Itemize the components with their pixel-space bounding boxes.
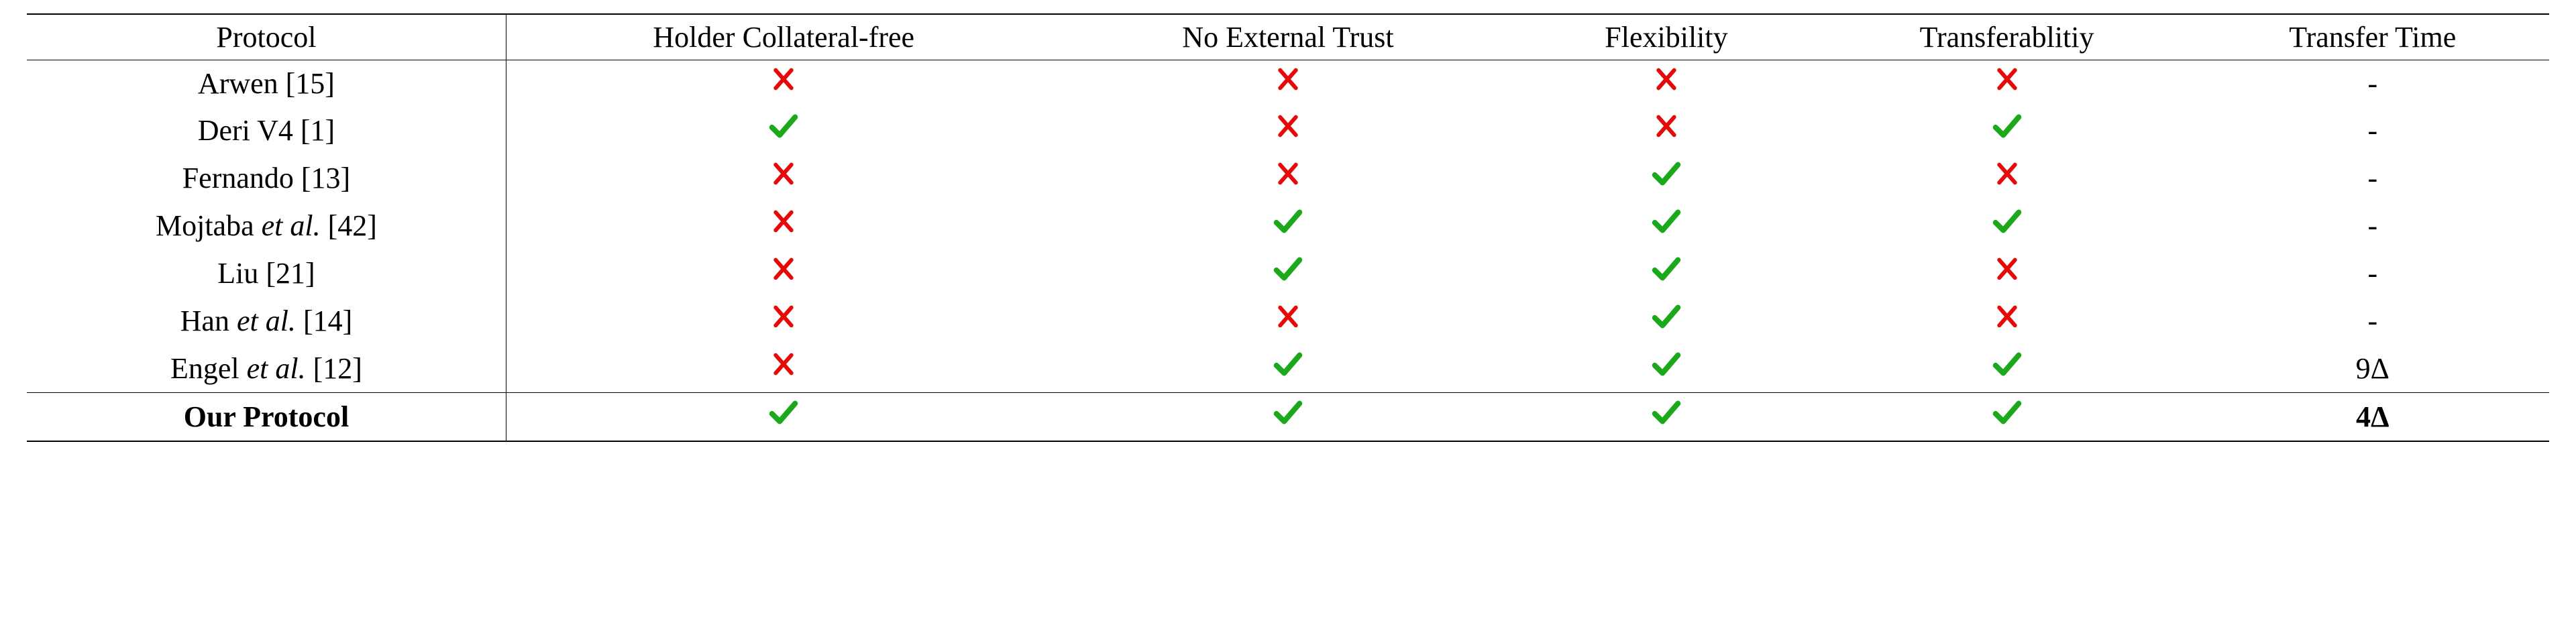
col-header-holder-collateral-free: Holder Collateral-free (506, 14, 1061, 60)
col-header-transferability: Transferablitiy (1818, 14, 2196, 60)
cell-trans (1818, 345, 2196, 393)
cell-hcf (506, 345, 1061, 393)
table-row: Engel et al. [12] 9Δ (27, 345, 2549, 393)
cross-icon (770, 254, 797, 284)
cell-flex (1515, 107, 1817, 154)
cell-flex (1515, 154, 1817, 202)
check-icon (1651, 397, 1682, 428)
check-icon (768, 111, 799, 141)
col-header-no-external-trust: No External Trust (1061, 14, 1515, 60)
cell-trans (1818, 154, 2196, 202)
protocol-comparison-table: Protocol Holder Collateral-free No Exter… (27, 13, 2549, 442)
check-icon (1651, 253, 1682, 284)
cell-flex (1515, 60, 1817, 107)
cell-transfer-time: - (2196, 249, 2549, 297)
cross-icon (1275, 111, 1301, 141)
table-row: Deri V4 [1] - (27, 107, 2549, 154)
check-icon (1651, 158, 1682, 189)
cross-icon (1994, 302, 2021, 331)
cell-net (1061, 345, 1515, 393)
cell-hcf (506, 202, 1061, 249)
cross-icon (770, 302, 797, 331)
check-icon (1651, 206, 1682, 237)
cell-flex (1515, 202, 1817, 249)
cell-hcf (506, 249, 1061, 297)
cell-net (1061, 107, 1515, 154)
table-row: Liu [21] - (27, 249, 2549, 297)
check-icon (1992, 349, 2023, 380)
cell-transfer-time: - (2196, 202, 2549, 249)
cell-hcf (506, 393, 1061, 442)
protocol-name: Deri V4 [1] (27, 107, 506, 154)
cell-trans (1818, 60, 2196, 107)
table-row: Mojtaba et al. [42] - (27, 202, 2549, 249)
cell-flex (1515, 297, 1817, 345)
cross-icon (770, 207, 797, 236)
cross-icon (1994, 64, 2021, 94)
table-row-our-protocol: Our Protocol 4Δ (27, 393, 2549, 442)
cross-icon (770, 64, 797, 94)
cell-flex (1515, 249, 1817, 297)
cell-transfer-time: - (2196, 297, 2549, 345)
cell-transfer-time: - (2196, 154, 2549, 202)
protocol-name: Mojtaba et al. [42] (27, 202, 506, 249)
cell-net (1061, 249, 1515, 297)
cell-transfer-time: 9Δ (2196, 345, 2549, 393)
protocol-name: Liu [21] (27, 249, 506, 297)
cell-net (1061, 60, 1515, 107)
table-row: Fernando [13] - (27, 154, 2549, 202)
cell-hcf (506, 107, 1061, 154)
cross-icon (1994, 159, 2021, 188)
table-row: Han et al. [14] - (27, 297, 2549, 345)
cell-transfer-time: - (2196, 60, 2549, 107)
check-icon (1273, 397, 1303, 428)
check-icon (1273, 206, 1303, 237)
cell-trans (1818, 393, 2196, 442)
check-icon (1992, 206, 2023, 237)
check-icon (1992, 111, 2023, 141)
cross-icon (1275, 302, 1301, 331)
cell-trans (1818, 107, 2196, 154)
cross-icon (770, 349, 797, 379)
cell-flex (1515, 393, 1817, 442)
cross-icon (1653, 64, 1680, 94)
cell-transfer-time: 4Δ (2196, 393, 2549, 442)
check-icon (1992, 397, 2023, 428)
protocol-name: Fernando [13] (27, 154, 506, 202)
table-body: Arwen [15]-Deri V4 [1]-Fernando [13]-Moj… (27, 60, 2549, 442)
cross-icon (1275, 64, 1301, 94)
cell-trans (1818, 249, 2196, 297)
check-icon (1651, 349, 1682, 380)
cell-net (1061, 297, 1515, 345)
protocol-name: Arwen [15] (27, 60, 506, 107)
check-icon (768, 397, 799, 428)
check-icon (1651, 301, 1682, 332)
table-row: Arwen [15] - (27, 60, 2549, 107)
cell-transfer-time: - (2196, 107, 2549, 154)
protocol-name: Our Protocol (27, 393, 506, 442)
check-icon (1273, 253, 1303, 284)
cell-flex (1515, 345, 1817, 393)
cell-hcf (506, 60, 1061, 107)
col-header-flexibility: Flexibility (1515, 14, 1817, 60)
col-header-protocol: Protocol (27, 14, 506, 60)
cross-icon (1653, 111, 1680, 141)
check-icon (1273, 349, 1303, 380)
table-header-row: Protocol Holder Collateral-free No Exter… (27, 14, 2549, 60)
col-header-transfer-time: Transfer Time (2196, 14, 2549, 60)
cross-icon (1275, 159, 1301, 188)
cross-icon (770, 159, 797, 188)
cell-net (1061, 154, 1515, 202)
cross-icon (1994, 254, 2021, 284)
cell-net (1061, 202, 1515, 249)
cell-hcf (506, 297, 1061, 345)
cell-net (1061, 393, 1515, 442)
cell-trans (1818, 297, 2196, 345)
cell-hcf (506, 154, 1061, 202)
protocol-name: Han et al. [14] (27, 297, 506, 345)
protocol-name: Engel et al. [12] (27, 345, 506, 393)
cell-trans (1818, 202, 2196, 249)
